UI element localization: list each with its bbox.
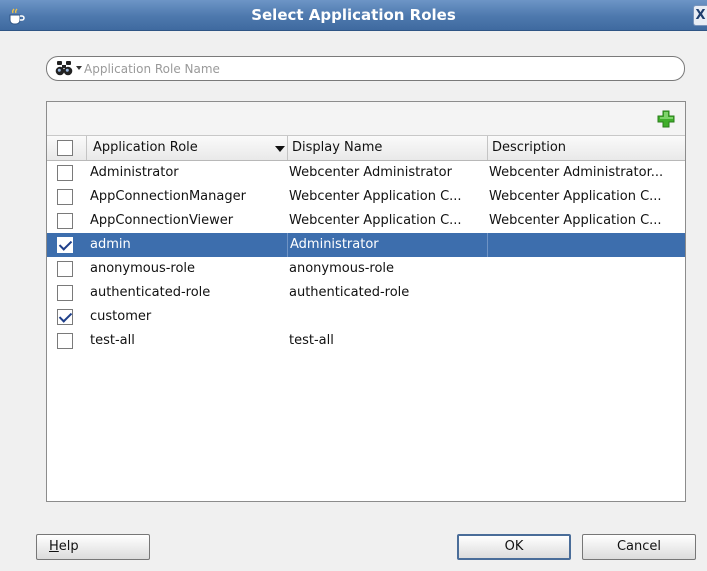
application-role-cell: admin [90,237,131,252]
roles-table: Application Role Display Name Descriptio… [47,135,685,353]
sort-descending-icon[interactable] [275,146,285,152]
display-name-cell: Webcenter Application C... [289,213,462,228]
binoculars-icon[interactable] [55,60,75,76]
table-row[interactable]: Administrator Webcenter Administrator We… [47,161,685,185]
application-role-cell: customer [90,309,152,324]
description-cell: Webcenter Application C... [489,189,662,204]
help-button[interactable]: Help [36,534,150,560]
description-cell: Webcenter Application C... [489,213,662,228]
search-field[interactable] [46,56,685,81]
column-header-application-role[interactable]: Application Role [86,136,286,160]
description-cell [487,329,685,353]
description-cell [487,281,685,305]
row-checkbox[interactable] [57,213,73,229]
add-icon[interactable] [656,109,676,129]
application-role-cell: AppConnectionViewer [90,213,234,228]
row-checkbox[interactable] [57,309,73,325]
select-all-checkbox[interactable] [57,140,73,156]
table-row[interactable]: admin Administrator [47,233,685,257]
application-role-cell: Administrator [90,165,179,180]
table-row[interactable]: authenticated-role authenticated-role [47,281,685,305]
table-row[interactable]: AppConnectionManager Webcenter Applicati… [47,185,685,209]
column-header-description[interactable]: Description [487,136,685,160]
ok-button[interactable]: OK [457,534,571,560]
display-name-cell: Webcenter Administrator [289,165,452,180]
row-checkbox[interactable] [57,261,73,277]
dialog-window: Select Application Roles X Application R… [0,0,707,571]
column-header-display-name[interactable]: Display Name [287,136,486,160]
table-row[interactable]: test-all test-all [47,329,685,353]
row-checkbox[interactable] [57,165,73,181]
application-role-cell: authenticated-role [90,285,211,300]
help-label: elp [58,539,79,554]
display-name-cell: test-all [289,333,334,348]
description-cell [487,305,685,329]
search-input[interactable] [84,60,674,78]
row-checkbox[interactable] [57,285,73,301]
application-role-cell: AppConnectionManager [90,189,246,204]
roles-table-panel: Application Role Display Name Descriptio… [46,101,686,502]
table-row[interactable]: AppConnectionViewer Webcenter Applicatio… [47,209,685,233]
cancel-button[interactable]: Cancel [582,534,696,560]
application-role-cell: anonymous-role [90,261,196,276]
table-row[interactable]: customer [47,305,685,329]
display-name-cell: anonymous-role [289,261,395,276]
row-checkbox[interactable] [57,189,73,205]
display-name-cell: Webcenter Application C... [289,189,462,204]
table-header: Application Role Display Name Descriptio… [47,135,685,161]
close-icon[interactable]: X [693,5,707,26]
row-checkbox[interactable] [57,333,73,349]
display-name-cell: authenticated-role [289,285,410,300]
description-cell [487,233,685,257]
search-options-chevron-down-icon[interactable] [76,66,82,70]
display-name-cell: Administrator [287,233,486,257]
description-cell [487,257,685,281]
dialog-title: Select Application Roles [251,6,456,24]
display-name-cell [287,305,486,329]
help-mnemonic: H [49,539,59,554]
table-row[interactable]: anonymous-role anonymous-role [47,257,685,281]
row-checkbox[interactable] [57,237,73,253]
description-cell: Webcenter Administrator... [489,165,664,180]
table-toolbar [47,102,685,135]
application-role-cell: test-all [90,333,135,348]
title-bar: Select Application Roles X [0,0,707,31]
